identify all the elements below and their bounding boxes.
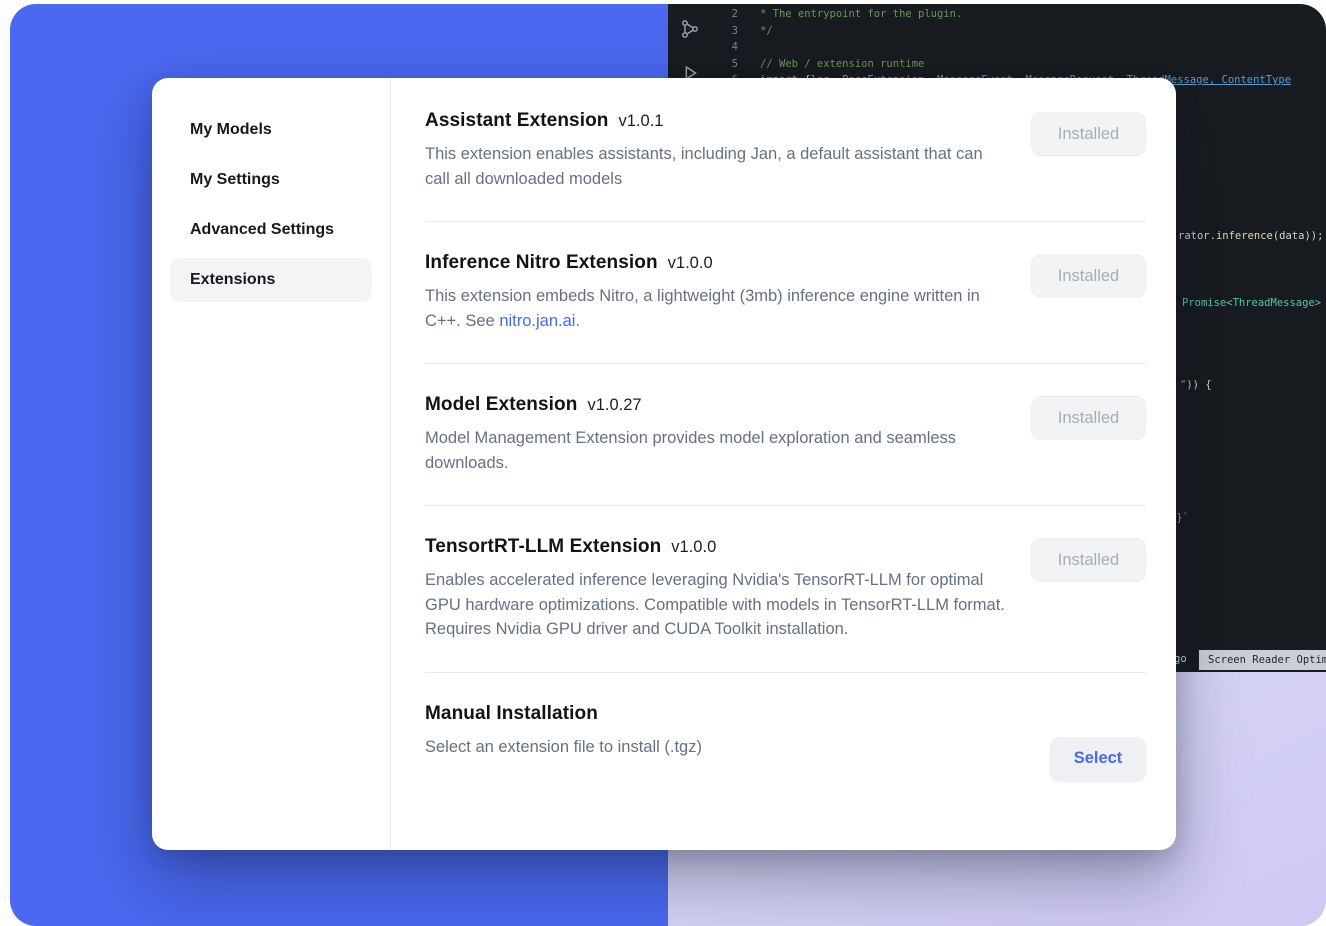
extension-row-nitro: Inference Nitro Extension v1.0.0 This ex… [425, 222, 1146, 364]
sidebar-item-my-settings[interactable]: My Settings [170, 158, 372, 202]
code-comment-end: */ [760, 23, 1291, 40]
editor-code: * The entrypoint for the plugin. */ // W… [760, 6, 1291, 89]
nitro-jan-ai-link[interactable]: nitro.jan.ai [499, 312, 575, 330]
code-fragment-inference: rator.inference(data)); [1178, 230, 1323, 242]
extension-description: Model Management Extension provides mode… [425, 426, 1010, 475]
extension-name: Assistant Extension [425, 110, 609, 132]
extension-row-assistant: Assistant Extension v1.0.1 This extensio… [425, 78, 1146, 222]
extension-name: Model Extension [425, 394, 577, 416]
installed-button[interactable]: Installed [1031, 538, 1146, 582]
extension-version: v1.0.1 [619, 112, 664, 131]
code-comment-line: * The entrypoint for the plugin. [760, 6, 1291, 23]
sidebar-item-extensions[interactable]: Extensions [170, 258, 372, 302]
code-fragment-brace: ")) { [1180, 379, 1212, 391]
extension-version: v1.0.0 [668, 254, 713, 273]
editor-line-numbers: 2 3 4 5 6 [718, 6, 738, 89]
extensions-list: Assistant Extension v1.0.1 This extensio… [391, 78, 1176, 850]
extension-description: Enables accelerated inference leveraging… [425, 568, 1010, 642]
extension-row-tensorrt: TensortRT-LLM Extension v1.0.0 Enables a… [425, 506, 1146, 673]
installed-button[interactable]: Installed [1031, 112, 1146, 156]
extension-description: This extension embeds Nitro, a lightweig… [425, 284, 1010, 333]
select-file-button[interactable]: Select [1050, 737, 1146, 781]
manual-installation-title: Manual Installation [425, 703, 598, 725]
source-control-icon[interactable] [679, 18, 701, 40]
settings-modal: My Models My Settings Advanced Settings … [152, 78, 1176, 850]
extension-description: This extension enables assistants, inclu… [425, 142, 1010, 191]
code-comment-runtime: // Web / extension runtime [760, 56, 1291, 73]
installed-button[interactable]: Installed [1031, 396, 1146, 440]
sidebar-item-advanced-settings[interactable]: Advanced Settings [170, 208, 372, 252]
extension-name: Inference Nitro Extension [425, 252, 658, 274]
manual-installation-description: Select an extension file to install (.tg… [425, 735, 1010, 760]
extension-version: v1.0.0 [671, 538, 716, 557]
extension-name: TensortRT-LLM Extension [425, 536, 661, 558]
extension-row-model: Model Extension v1.0.27 Model Management… [425, 364, 1146, 506]
screen-reader-badge[interactable]: Screen Reader Optimize [1199, 650, 1326, 670]
sidebar-item-my-models[interactable]: My Models [170, 108, 372, 152]
extension-version: v1.0.27 [587, 396, 641, 415]
code-empty-line [760, 39, 1291, 56]
installed-button[interactable]: Installed [1031, 254, 1146, 298]
code-fragment-promise: Promise<ThreadMessage> [1182, 297, 1321, 309]
manual-installation-row: Manual Installation Select an extension … [425, 673, 1146, 811]
settings-sidebar: My Models My Settings Advanced Settings … [152, 78, 391, 850]
